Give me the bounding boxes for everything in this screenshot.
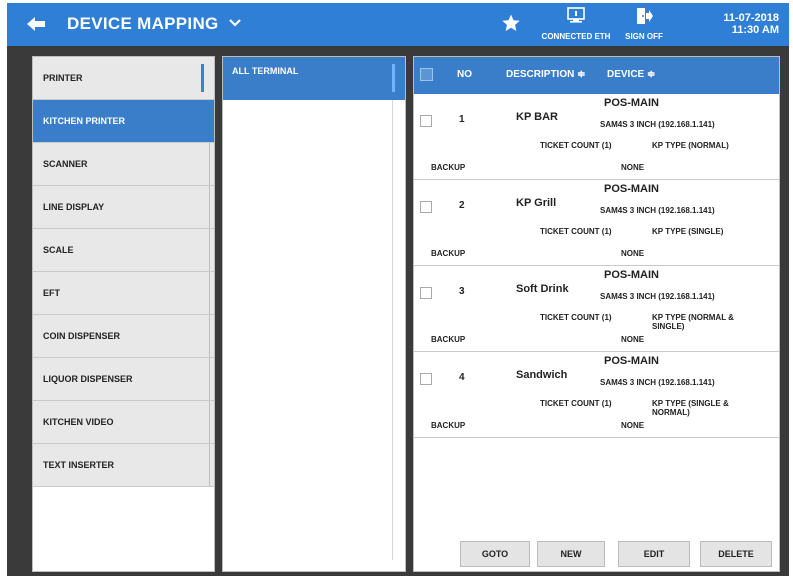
device-item-label: SCALE [43,245,74,255]
date-time: 11-07-2018 11:30 AM [699,12,779,36]
device-item-label: SCANNER [43,159,88,169]
sign-off-button[interactable]: SIGN OFF [621,7,667,43]
selection-indicator [201,64,204,92]
device-item-label: KITCHEN VIDEO [43,417,114,427]
row-backup-value: NONE [621,335,645,344]
delete-button[interactable]: DELETE [700,541,772,567]
row-device-model: SAM4S 3 INCH (192.168.1.141) [600,206,715,215]
row-backup-value: NONE [621,249,645,258]
mapping-table: NO DESCRIPTION ≑ DEVICE ≑ 1 KP BAR POS-M… [413,56,780,572]
row-kp-type: KP TYPE (SINGLE) [652,227,724,236]
column-header-description[interactable]: DESCRIPTION ≑ [506,69,586,80]
new-button[interactable]: NEW [537,541,605,567]
sign-off-label: SIGN OFF [625,32,663,41]
row-device-model: SAM4S 3 INCH (192.168.1.141) [600,378,715,387]
row-checkbox[interactable] [420,287,432,299]
chevron-down-icon[interactable] [227,13,243,33]
table-row[interactable]: 4 Sandwich POS-MAIN SAM4S 3 INCH (192.16… [414,352,779,438]
row-ticket-count: TICKET COUNT (1) [540,227,612,236]
connection-label: CONNECTED ETH [541,32,611,41]
device-item-label: TEXT INSERTER [43,460,115,470]
row-checkbox[interactable] [420,201,432,213]
row-description: Soft Drink [516,283,569,295]
row-terminal: POS-MAIN [604,355,659,367]
select-all-checkbox[interactable] [420,68,433,81]
row-terminal: POS-MAIN [604,97,659,109]
network-monitor-icon [567,7,585,23]
device-item-printer[interactable]: PRINTER [33,57,214,100]
device-item-label: COIN DISPENSER [43,331,121,341]
goto-button[interactable]: GOTO [460,541,530,567]
device-item-label: PRINTER [43,73,83,83]
device-item-label: EFT [43,288,60,298]
row-terminal: POS-MAIN [604,269,659,281]
device-item-kitchen-printer[interactable]: KITCHEN PRINTER [33,100,214,143]
device-item-coin-dispenser[interactable]: COIN DISPENSER [33,315,214,358]
table-row[interactable]: 2 KP Grill POS-MAIN SAM4S 3 INCH (192.16… [414,180,779,266]
row-description: KP Grill [516,197,557,209]
sign-off-icon [637,8,653,24]
row-checkbox[interactable] [420,373,432,385]
row-description: Sandwich [516,369,568,381]
connection-status: CONNECTED ETH [541,7,611,43]
device-item-text-inserter[interactable]: TEXT INSERTER [33,444,214,487]
column-header-device[interactable]: DEVICE ≑ [607,69,655,80]
device-item-scanner[interactable]: SCANNER [33,143,214,186]
row-number: 3 [459,286,465,297]
row-number: 4 [459,372,465,383]
column-header-no: NO [457,69,472,80]
row-backup-label: BACKUP [431,163,466,172]
row-kp-type: KP TYPE (NORMAL & SINGLE) [652,313,734,331]
row-backup-value: NONE [621,163,645,172]
row-number: 2 [459,200,465,211]
page-title[interactable]: DEVICE MAPPING [67,14,219,34]
row-kp-type: KP TYPE (SINGLE & NORMAL) [652,399,729,417]
device-item-label: LINE DISPLAY [43,202,105,212]
table-row[interactable]: 3 Soft Drink POS-MAIN SAM4S 3 INCH (192.… [414,266,779,352]
terminal-item-all[interactable]: ALL TERMINAL [223,57,405,100]
device-item-label: LIQUOR DISPENSER [43,374,133,384]
device-item-line-display[interactable]: LINE DISPLAY [33,186,214,229]
current-time: 11:30 AM [731,24,779,36]
device-item-liquor-dispenser[interactable]: LIQUOR DISPENSER [33,358,214,401]
row-device-model: SAM4S 3 INCH (192.168.1.141) [600,120,715,129]
row-ticket-count: TICKET COUNT (1) [540,313,612,322]
edit-button[interactable]: EDIT [618,541,690,567]
row-ticket-count: TICKET COUNT (1) [540,141,612,150]
device-item-label: KITCHEN PRINTER [43,116,126,126]
favorite-star-icon[interactable] [501,13,521,33]
terminal-item-label: ALL TERMINAL [232,66,299,76]
top-bar: DEVICE MAPPING CONNECTED ETH SIGN OFF 11… [7,3,789,46]
row-checkbox[interactable] [420,115,432,127]
terminal-list: ALL TERMINAL [222,56,406,572]
row-description: KP BAR [516,111,558,123]
back-arrow-icon[interactable] [25,14,47,34]
scrollbar[interactable] [392,100,393,560]
selection-indicator [392,64,395,92]
row-terminal: POS-MAIN [604,183,659,195]
device-item-kitchen-video[interactable]: KITCHEN VIDEO [33,401,214,444]
row-backup-label: BACKUP [431,335,466,344]
table-header: NO DESCRIPTION ≑ DEVICE ≑ [414,57,779,94]
row-kp-type: KP TYPE (NORMAL) [652,141,729,150]
row-number: 1 [459,114,465,125]
row-backup-label: BACKUP [431,421,466,430]
current-date: 11-07-2018 [723,12,779,24]
row-backup-label: BACKUP [431,249,466,258]
device-type-list: PRINTER KITCHEN PRINTER SCANNER LINE DIS… [32,56,215,572]
row-device-model: SAM4S 3 INCH (192.168.1.141) [600,292,715,301]
device-item-eft[interactable]: EFT [33,272,214,315]
table-row[interactable]: 1 KP BAR POS-MAIN SAM4S 3 INCH (192.168.… [414,94,779,180]
row-backup-value: NONE [621,421,645,430]
device-item-scale[interactable]: SCALE [33,229,214,272]
row-ticket-count: TICKET COUNT (1) [540,399,612,408]
